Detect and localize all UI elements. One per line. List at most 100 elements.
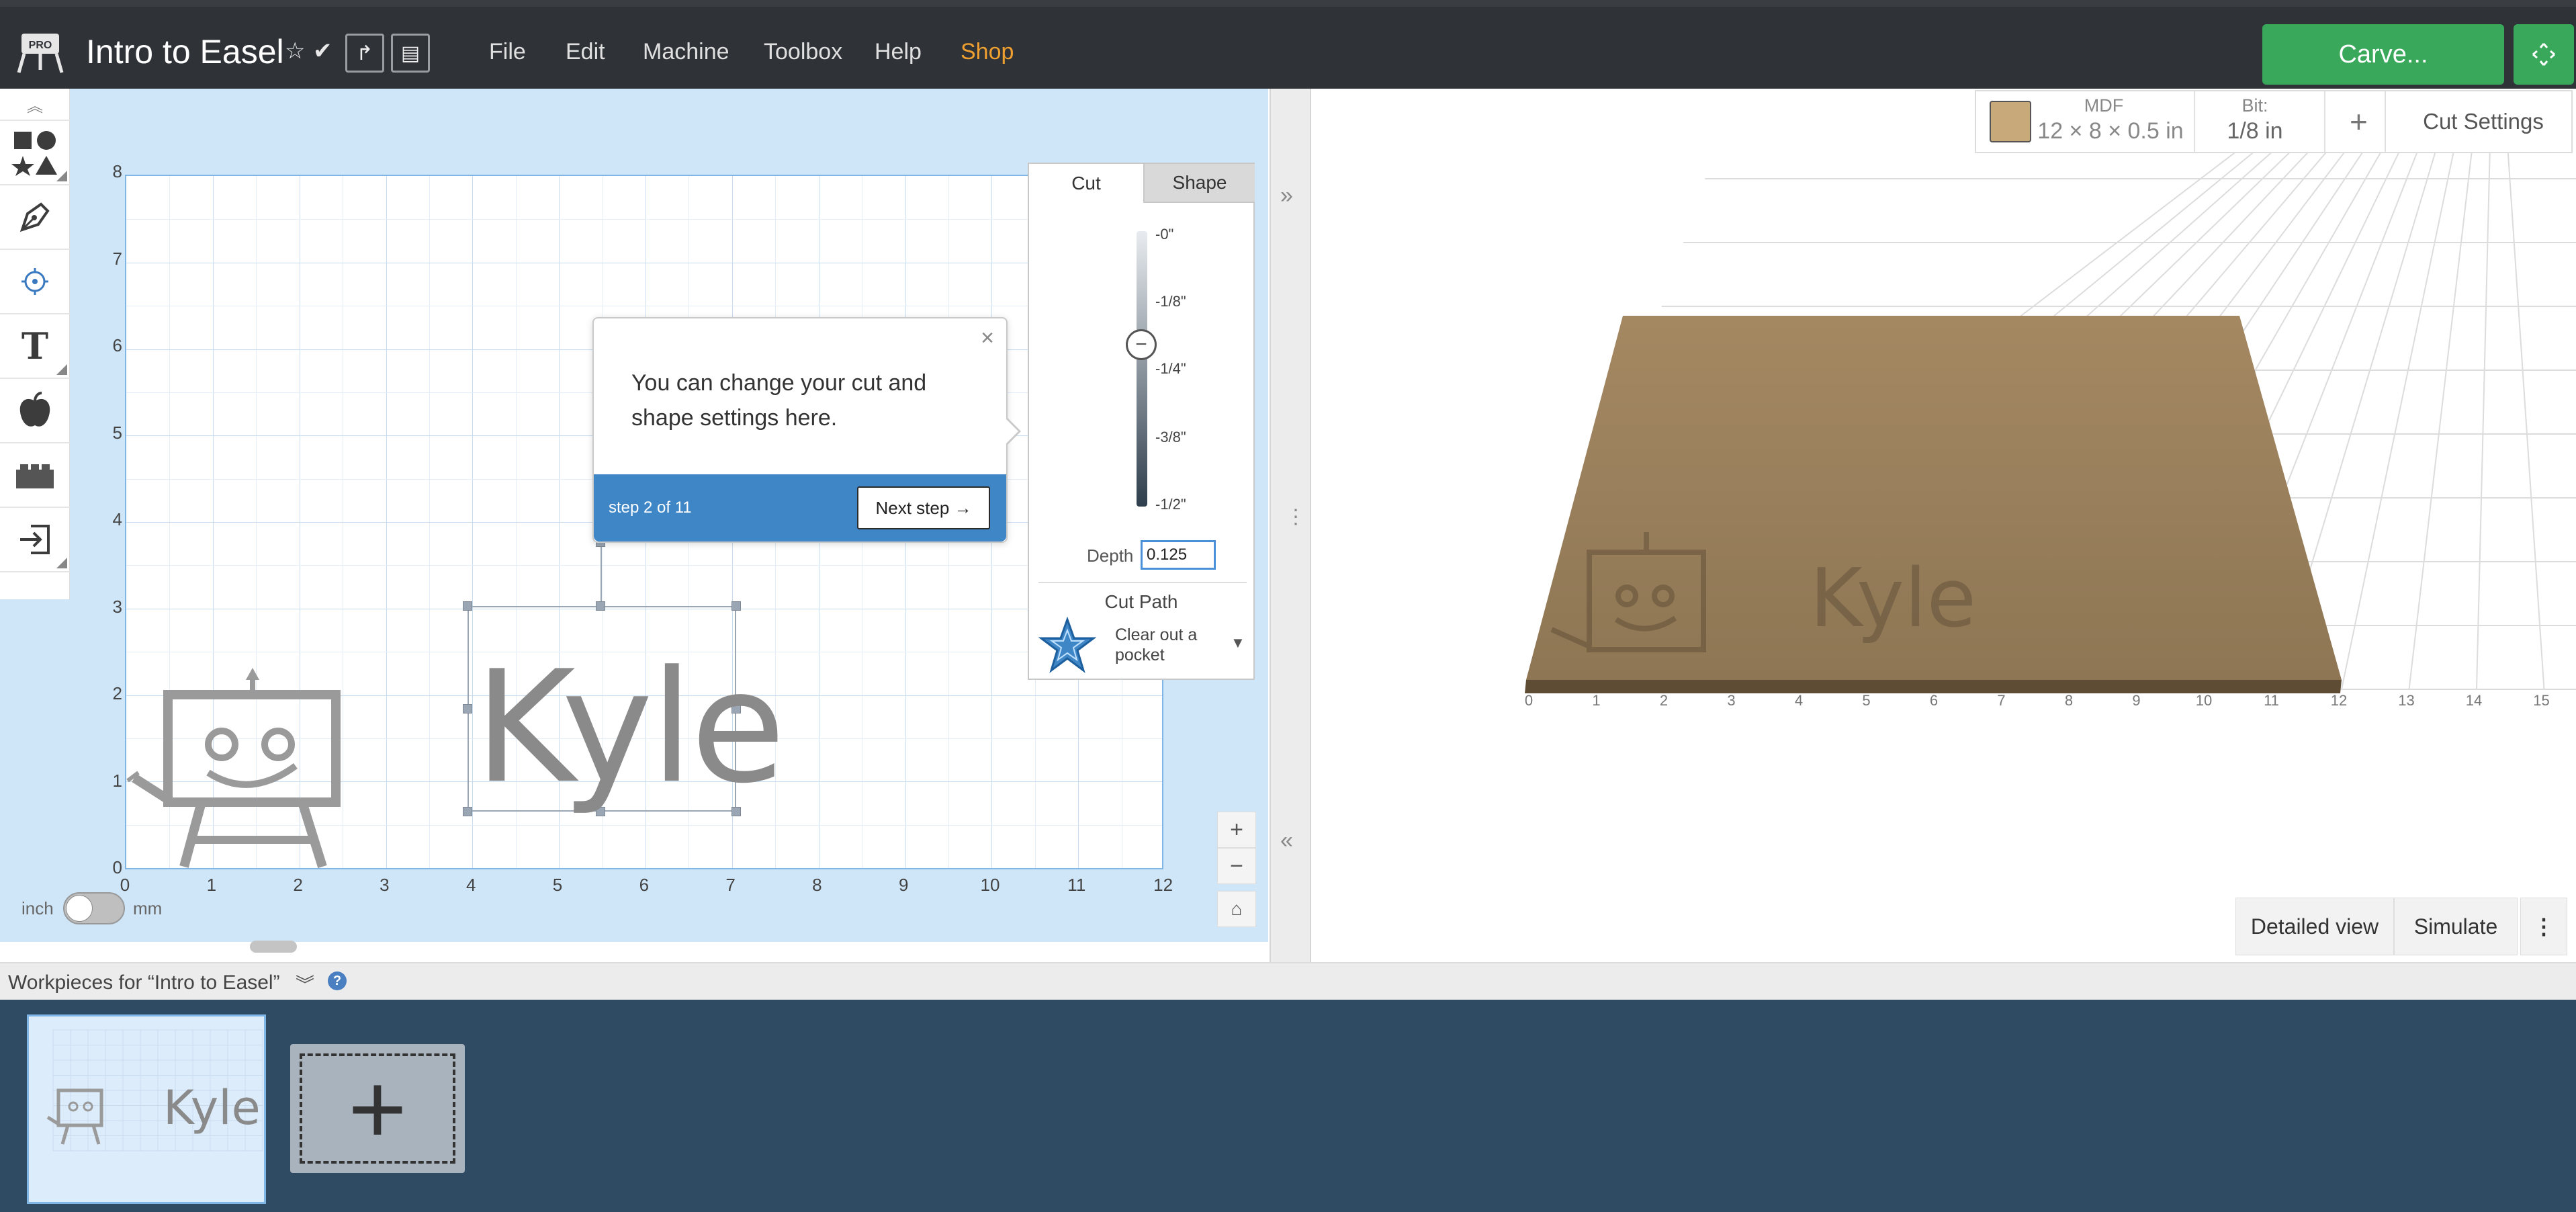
preview-grid-line <box>2476 116 2492 690</box>
help-icon[interactable]: ? <box>328 971 347 990</box>
material-swatch[interactable] <box>1990 101 2031 142</box>
easel-robot-graphic[interactable] <box>121 665 343 873</box>
preview-x-tick: 2 <box>1660 692 1668 709</box>
y-tick-label: 1 <box>112 770 122 791</box>
add-bit-button[interactable]: + <box>2350 103 2368 140</box>
text-icon: T <box>21 324 49 367</box>
tooltip-footer: step 2 of 11 Next step → <box>594 474 1006 542</box>
menu-edit[interactable]: Edit <box>566 39 605 65</box>
fullscreen-button[interactable] <box>2514 24 2574 85</box>
resize-handle-tl[interactable] <box>463 601 472 611</box>
collapse-left-icon[interactable]: « <box>1280 828 1293 854</box>
more-options-icon[interactable]: ⋮ <box>2520 898 2567 955</box>
grid-line <box>126 565 1162 566</box>
chevron-down-icon[interactable]: ▼ <box>1231 634 1245 652</box>
home-icon[interactable]: ⌂ <box>1217 891 1256 927</box>
resize-handle-t[interactable] <box>596 601 605 611</box>
y-tick-label: 6 <box>112 335 122 355</box>
panel-splitter[interactable]: » ⋮ « <box>1270 89 1311 962</box>
preview-x-tick: 8 <box>2065 692 2073 709</box>
pen-tool[interactable] <box>0 185 70 250</box>
depth-label-0: -0" <box>1155 226 1174 243</box>
tab-cut[interactable]: Cut <box>1029 164 1143 203</box>
menu-shop[interactable]: Shop <box>961 39 1014 65</box>
horizontal-scrollbar[interactable] <box>250 941 297 953</box>
share-icon[interactable]: ↱ <box>345 34 384 73</box>
drag-handle-icon[interactable]: ⋮ <box>1286 505 1306 529</box>
lego-icon <box>16 464 54 488</box>
depth-input[interactable] <box>1141 540 1216 570</box>
detailed-view-button[interactable]: Detailed view <box>2235 898 2394 955</box>
material-name[interactable]: MDF <box>2030 95 2178 116</box>
y-tick-label: 2 <box>112 683 122 703</box>
unit-toggle[interactable] <box>63 892 125 924</box>
divider <box>2385 91 2386 152</box>
shapes-tool[interactable] <box>0 121 70 185</box>
x-tick-label: 2 <box>293 875 303 895</box>
cut-path-select[interactable]: Clear out a pocket <box>1115 625 1216 665</box>
engraved-text: Kyle <box>1810 552 1976 646</box>
zoom-in-button[interactable]: + <box>1217 812 1256 848</box>
document-title[interactable]: Intro to Easel <box>86 32 284 71</box>
divider <box>1038 582 1247 583</box>
icon-library-tool[interactable] <box>0 379 70 443</box>
svg-text:PRO: PRO <box>29 40 52 51</box>
preview-x-tick: 7 <box>1997 692 2005 709</box>
point-tool[interactable] <box>0 250 70 314</box>
cut-settings-button[interactable]: Cut Settings <box>2399 109 2567 134</box>
thumbnail-preview: Kyle <box>46 1029 263 1152</box>
menu-machine[interactable]: Machine <box>643 39 729 65</box>
menu-toolbox[interactable]: Toolbox <box>764 39 842 65</box>
x-tick-label: 5 <box>552 875 563 895</box>
preview-x-tick: 6 <box>1930 692 1938 709</box>
preview-x-tick: 9 <box>2132 692 2140 709</box>
preview-x-tick: 14 <box>2466 692 2482 709</box>
close-icon[interactable]: × <box>981 325 994 351</box>
apps-tool[interactable] <box>0 443 70 508</box>
tooltip-body: You can change your cut and shape settin… <box>631 370 927 431</box>
apple-icon <box>19 392 50 427</box>
tooltip-arrow-inner <box>1005 418 1018 445</box>
shapes-icon <box>11 131 57 176</box>
expand-right-icon[interactable]: » <box>1280 183 1293 209</box>
workpiece-thumbnail[interactable]: Kyle <box>27 1014 266 1204</box>
x-tick-label: 12 <box>1153 875 1173 895</box>
collapse-workpieces-icon[interactable]: ︾ <box>296 970 314 997</box>
3d-preview[interactable]: Kyle 0 1 2 3 4 5 6 7 8 9 10 11 12 13 14 15 <box>1313 89 2576 962</box>
project-info-icon[interactable]: ▤ <box>391 34 430 73</box>
star-icon[interactable]: ☆ <box>285 38 305 64</box>
preview-x-tick: 11 <box>2264 692 2279 709</box>
x-tick-label: 1 <box>206 875 217 895</box>
resize-handle-tr[interactable] <box>731 601 741 611</box>
easel-pro-logo[interactable]: PRO <box>15 31 66 75</box>
import-tool[interactable] <box>0 508 70 572</box>
add-workpiece-button[interactable]: + <box>290 1044 465 1173</box>
text-tool[interactable]: T <box>0 314 70 379</box>
zoom-out-button[interactable]: − <box>1217 848 1256 884</box>
onboarding-tooltip: × You can change your cut and shape sett… <box>592 317 1008 543</box>
depth-slider-track[interactable] <box>1137 231 1147 507</box>
x-tick-label: 9 <box>898 875 909 895</box>
kyle-text-object[interactable]: Kyle <box>474 638 786 818</box>
simulate-button[interactable]: Simulate <box>2394 898 2518 955</box>
workpieces-header: Workpieces for “Intro to Easel” ︾ ? <box>0 962 2576 1000</box>
tab-shape[interactable]: Shape <box>1143 164 1255 203</box>
preview-x-tick: 1 <box>1592 692 1600 709</box>
carve-button[interactable]: Carve... <box>2262 24 2504 85</box>
unit-mm-label: mm <box>133 898 163 918</box>
menu-file[interactable]: File <box>489 39 526 65</box>
rotate-stem <box>601 537 602 606</box>
bit-value[interactable]: 1/8 in <box>2198 118 2312 144</box>
cut-path-title: Cut Path <box>1104 591 1178 612</box>
resize-handle-bl[interactable] <box>463 807 472 816</box>
pocket-star-icon[interactable] <box>1038 617 1096 675</box>
collapse-tools-icon[interactable]: ︽ <box>0 89 70 121</box>
y-tick-label: 7 <box>112 248 122 269</box>
menu-help[interactable]: Help <box>875 39 922 65</box>
point-icon <box>21 268 48 295</box>
x-tick-label: 8 <box>812 875 822 895</box>
material-dimensions[interactable]: 12 × 8 × 0.5 in <box>2037 118 2184 144</box>
resize-handle-l[interactable] <box>463 704 472 713</box>
depth-slider-handle[interactable]: − <box>1126 329 1157 360</box>
next-step-button[interactable]: Next step → <box>857 486 990 529</box>
